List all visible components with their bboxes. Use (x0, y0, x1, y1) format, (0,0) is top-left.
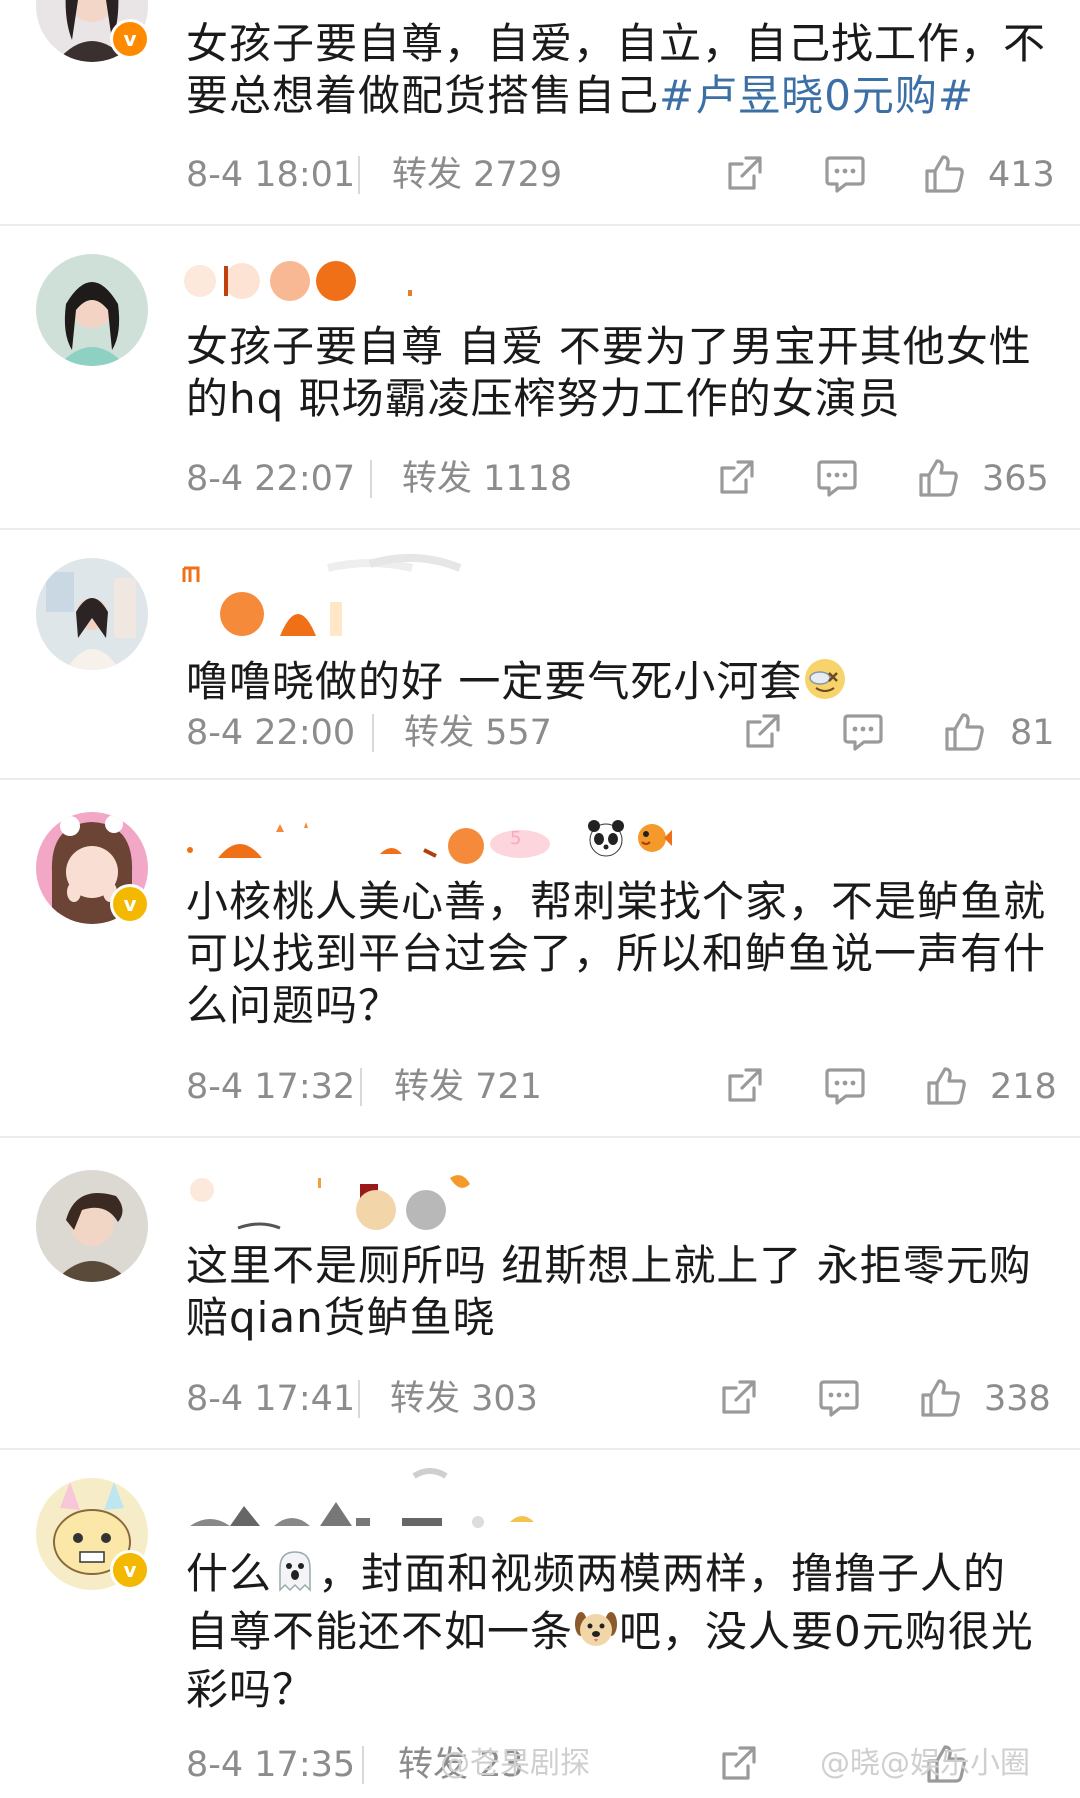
comment-item: 这里不是厕所吗 纽斯想上就上了 永拒零元购赔qian货鲈鱼晓 8-4 17:41… (0, 1138, 1080, 1450)
divider (372, 714, 374, 752)
comment-text: 这里不是厕所吗 纽斯想上就上了 永拒零元购赔qian货鲈鱼晓 (186, 1241, 1032, 1342)
like-count: 81 (1010, 713, 1055, 753)
svg-text:5: 5 (510, 828, 521, 849)
avatar[interactable] (36, 558, 148, 670)
thumbs-up-icon[interactable] (918, 458, 960, 512)
timestamp: 8-4 18:01 (186, 155, 356, 195)
like-count: 218 (990, 1067, 1057, 1107)
comment-icon[interactable] (824, 1066, 866, 1120)
timestamp: 8-4 17:32 (186, 1067, 356, 1107)
dog-emoji-icon (573, 1606, 619, 1664)
share-icon[interactable] (718, 1378, 758, 1432)
timestamp: 8-4 17:35 (186, 1745, 356, 1785)
comment-feed: v 女孩子要自尊，自爱，自立，自己找工作，不要总想着做配货搭售自己#卢昱晓0元购… (0, 0, 1080, 1785)
like-count: 338 (984, 1379, 1051, 1419)
username-blurred[interactable] (180, 256, 460, 306)
avatar[interactable] (36, 254, 148, 366)
comment-icon[interactable] (842, 712, 884, 766)
like-count: 365 (982, 459, 1049, 499)
comment-item: 噜噜晓做的好 一定要气死小河套 8-4 22:00 转发 557 81 (0, 530, 1080, 780)
divider (358, 156, 360, 194)
thumbs-up-icon[interactable] (926, 1066, 968, 1120)
comment-meta: 8-4 17:41 转发 303 338 (186, 1374, 1051, 1424)
comment-text: 什么 ，封面和视频两模两样，撸撸子人的自尊不能还不如一条 吧，没人要0元购很光彩吗？ (186, 1548, 1034, 1714)
divider (360, 1068, 362, 1106)
comment-item: v 什么 ，封面和视频两模两样，撸撸子人的自尊不能还不如一条 吧，没人要0元购很光彩… (0, 1450, 1080, 1785)
thumbs-up-icon[interactable] (920, 1378, 962, 1432)
verified-badge-icon: v (110, 884, 150, 924)
share-icon[interactable] (724, 154, 764, 208)
comment-text: 小核桃人美心善，帮刺棠找个家，不是鲈鱼就可以找到平台过会了，所以和鲈鱼说一声有什… (186, 877, 1047, 1030)
repost-count[interactable]: 转发 2729 (392, 150, 562, 200)
repost-count[interactable]: 转发 721 (394, 1062, 542, 1112)
comment-icon[interactable] (818, 1378, 860, 1432)
like-count: 413 (988, 155, 1055, 195)
comment-icon[interactable] (816, 458, 858, 512)
timestamp: 8-4 22:00 (186, 713, 356, 753)
comment-item: 女孩子要自尊 自爱 不要为了男宝开其他女性的hq 职场霸凌压榨努力工作的女演员 … (0, 226, 1080, 530)
watermark-left: @苍果剧探 (440, 1746, 590, 1781)
share-icon[interactable] (742, 712, 782, 766)
repost-count[interactable]: 转发 1118 (402, 454, 572, 504)
panda-emoji-icon (586, 818, 626, 862)
share-icon[interactable] (718, 1744, 758, 1798)
divider (370, 460, 372, 498)
thumbs-up-icon[interactable] (924, 154, 966, 208)
thumbs-up-icon[interactable] (944, 712, 986, 766)
verified-badge-icon: v (110, 1550, 150, 1590)
dizzy-face-emoji-icon (802, 656, 848, 714)
comment-text: 女孩子要自尊 自爱 不要为了男宝开其他女性的hq 职场霸凌压榨努力工作的女演员 (186, 322, 1032, 423)
comment-item: v 女孩子要自尊，自爱，自立，自己找工作，不要总想着做配货搭售自己#卢昱晓0元购… (0, 0, 1080, 226)
hashtag-link[interactable]: #卢昱晓0元购# (659, 71, 974, 120)
timestamp: 8-4 22:07 (186, 459, 356, 499)
comment-text: 女孩子要自尊，自爱，自立，自己找工作，不要总想着做配货搭售自己#卢昱晓0元购# (186, 19, 1047, 120)
ghost-emoji-icon (272, 1548, 318, 1606)
comment-icon[interactable] (824, 154, 866, 208)
comment-item: v 5 小核桃人美心善，帮刺棠找个家，不是鲈鱼就可以找到平台过会了，所以和鲈鱼说… (0, 780, 1080, 1138)
comment-text: 噜噜晓做的好 一定要气死小河套 (186, 656, 1046, 714)
verified-badge-icon: v (110, 19, 150, 59)
comment-meta: 8-4 22:07 转发 1118 365 (186, 454, 1049, 504)
watermark-right: @晓@娱乐小圈 (820, 1746, 1030, 1781)
repost-count[interactable]: 转发 557 (404, 708, 552, 758)
username-blurred[interactable] (180, 1462, 560, 1532)
username-blurred[interactable] (180, 552, 480, 642)
divider (362, 1746, 364, 1784)
comment-meta: 8-4 18:01 转发 2729 413 (186, 150, 1055, 200)
comment-meta: 8-4 22:00 转发 557 81 (186, 708, 1055, 758)
pufferfish-emoji-icon (634, 818, 674, 862)
avatar[interactable] (36, 1170, 148, 1282)
divider (358, 1380, 360, 1418)
share-icon[interactable] (716, 458, 756, 512)
timestamp: 8-4 17:41 (186, 1379, 356, 1419)
username-blurred[interactable] (180, 1170, 510, 1240)
comment-meta: 8-4 17:32 转发 721 218 (186, 1062, 1057, 1112)
repost-count[interactable]: 转发 303 (390, 1374, 538, 1424)
share-icon[interactable] (724, 1066, 764, 1120)
